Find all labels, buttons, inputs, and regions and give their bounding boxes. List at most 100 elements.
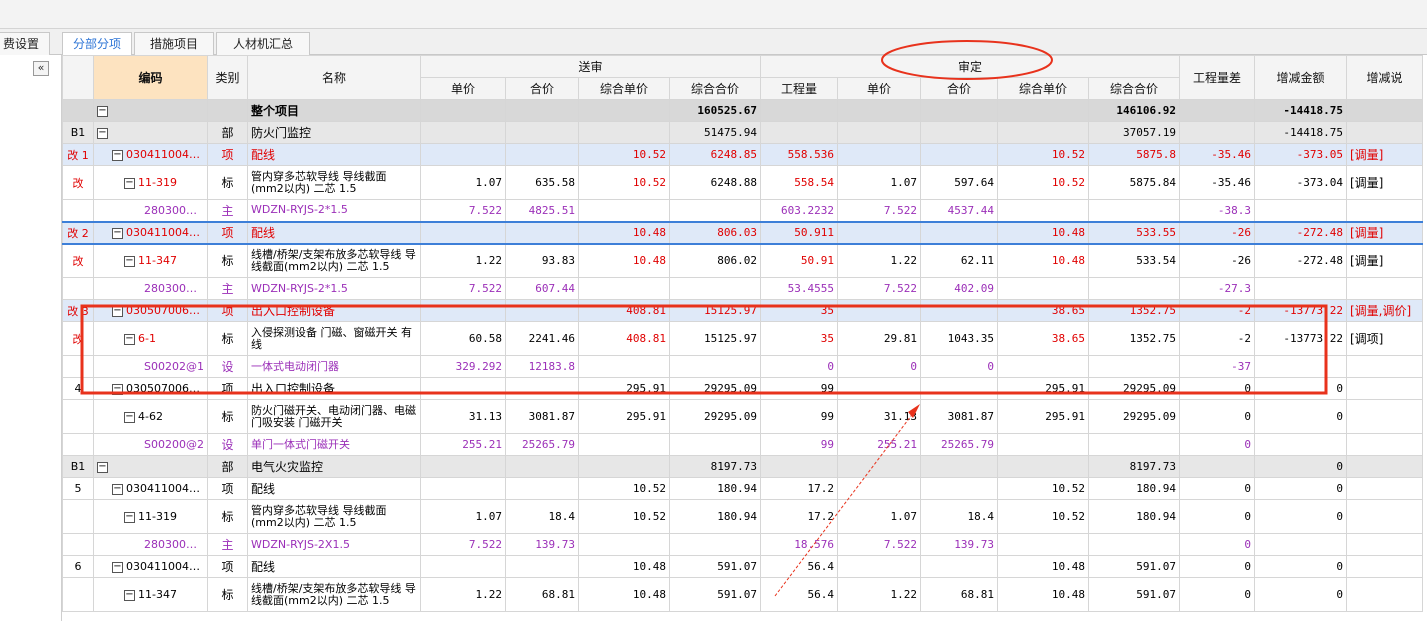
- value-cell[interactable]: 25265.79: [505, 433, 579, 456]
- value-cell[interactable]: 10.48: [578, 243, 670, 278]
- value-cell[interactable]: 0: [1254, 455, 1347, 478]
- value-cell[interactable]: [1346, 499, 1423, 534]
- value-cell[interactable]: 10.48: [578, 577, 670, 612]
- value-cell[interactable]: [1346, 277, 1423, 300]
- code-cell[interactable]: −030411004…: [93, 477, 208, 500]
- col-header-audit-total[interactable]: 合价: [920, 77, 998, 100]
- value-cell[interactable]: 31.13: [837, 399, 921, 434]
- value-cell[interactable]: 146106.92: [1088, 99, 1180, 122]
- value-cell[interactable]: [1346, 533, 1423, 556]
- value-cell[interactable]: [505, 220, 579, 245]
- value-cell[interactable]: [997, 277, 1089, 300]
- value-cell[interactable]: 10.52: [997, 165, 1089, 200]
- value-cell[interactable]: 295.91: [578, 377, 670, 400]
- value-cell[interactable]: [920, 555, 998, 578]
- value-cell[interactable]: -35.46: [1179, 165, 1255, 200]
- value-cell[interactable]: [997, 455, 1089, 478]
- col-header-name[interactable]: 名称: [247, 55, 421, 100]
- value-cell[interactable]: [578, 433, 670, 456]
- value-cell[interactable]: 12183.8: [505, 355, 579, 378]
- value-cell[interactable]: 50.91: [760, 243, 838, 278]
- value-cell[interactable]: 18.4: [920, 499, 998, 534]
- name-cell[interactable]: 整个项目: [247, 99, 421, 122]
- category-cell[interactable]: 项: [207, 477, 248, 500]
- name-cell[interactable]: WDZN-RYJS-2*1.5: [247, 199, 421, 222]
- col-header-audit-unit[interactable]: 单价: [837, 77, 921, 100]
- code-cell[interactable]: −11-347: [93, 243, 208, 278]
- name-cell[interactable]: WDZN-RYJS-2*1.5: [247, 277, 421, 300]
- value-cell[interactable]: 7.522: [420, 533, 506, 556]
- value-cell[interactable]: -373.04: [1254, 165, 1347, 200]
- row-index-cell[interactable]: B1: [62, 121, 94, 144]
- value-cell[interactable]: [997, 533, 1089, 556]
- value-cell[interactable]: 1.07: [837, 165, 921, 200]
- collapse-toggle-icon[interactable]: −: [112, 149, 123, 161]
- col-header-qty-diff[interactable]: 工程量差: [1179, 55, 1255, 100]
- value-cell[interactable]: [1346, 477, 1423, 500]
- value-cell[interactable]: [920, 220, 998, 245]
- value-cell[interactable]: 1.07: [837, 499, 921, 534]
- value-cell[interactable]: 295.91: [578, 399, 670, 434]
- tab-labor-material-summary[interactable]: 人材机汇总: [216, 32, 310, 55]
- collapse-toggle-icon[interactable]: −: [124, 411, 135, 423]
- name-cell[interactable]: 管内穿多芯软导线 导线截面(mm2以内) 二芯 1.5: [247, 499, 421, 534]
- value-cell[interactable]: [1346, 199, 1423, 222]
- table-row[interactable]: 280300… 主 WDZN-RYJS-2*1.5 7.522 607.44 53.455…: [62, 277, 1423, 300]
- value-cell[interactable]: 591.07: [669, 555, 761, 578]
- value-cell[interactable]: [1346, 455, 1423, 478]
- value-cell[interactable]: 15125.97: [669, 321, 761, 356]
- value-cell[interactable]: -38.3: [1179, 199, 1255, 222]
- name-cell[interactable]: 线槽/桥架/支架布放多芯软导线 导线截面(mm2以内) 二芯 1.5: [247, 577, 421, 612]
- value-cell[interactable]: [837, 99, 921, 122]
- value-cell[interactable]: [505, 121, 579, 144]
- name-cell[interactable]: 一体式电动闭门器: [247, 355, 421, 378]
- value-cell[interactable]: 0: [1179, 533, 1255, 556]
- value-cell[interactable]: -373.05: [1254, 143, 1347, 166]
- value-cell[interactable]: 10.52: [997, 143, 1089, 166]
- value-cell[interactable]: [1254, 355, 1347, 378]
- col-header-remark[interactable]: 增减说: [1346, 55, 1423, 100]
- table-row[interactable]: B1− 部电气火灾监控 8197.73 8197.73 0: [62, 455, 1423, 478]
- value-cell[interactable]: [420, 99, 506, 122]
- value-cell[interactable]: [1088, 433, 1180, 456]
- value-cell[interactable]: [578, 533, 670, 556]
- value-cell[interactable]: 35: [760, 321, 838, 356]
- collapse-toggle-icon[interactable]: −: [112, 483, 123, 495]
- table-row[interactable]: 6−030411004… 项配线 10.48 591.07 56.4 10.48 591.0…: [62, 555, 1423, 578]
- collapse-toggle-icon[interactable]: −: [97, 127, 108, 139]
- category-cell[interactable]: 主: [207, 277, 248, 300]
- code-cell[interactable]: 280300…: [93, 533, 208, 556]
- value-cell[interactable]: [920, 299, 998, 322]
- code-cell[interactable]: −11-319: [93, 499, 208, 534]
- value-cell[interactable]: 597.64: [920, 165, 998, 200]
- value-cell[interactable]: [505, 299, 579, 322]
- row-index-cell[interactable]: [62, 399, 94, 434]
- category-cell[interactable]: 标: [207, 399, 248, 434]
- value-cell[interactable]: 408.81: [578, 299, 670, 322]
- value-cell[interactable]: [调项]: [1346, 321, 1423, 356]
- value-cell[interactable]: 591.07: [669, 577, 761, 612]
- col-header-send-ctotal[interactable]: 综合合价: [669, 77, 761, 100]
- table-row[interactable]: −4-62 标防火门磁开关、电动闭门器、电磁门吸安装 门磁开关 31.13 3081.…: [62, 399, 1423, 434]
- value-cell[interactable]: [调量]: [1346, 243, 1423, 278]
- value-cell[interactable]: 180.94: [669, 499, 761, 534]
- value-cell[interactable]: [1254, 533, 1347, 556]
- value-cell[interactable]: [1254, 199, 1347, 222]
- row-index-cell[interactable]: B1: [62, 455, 94, 478]
- value-cell[interactable]: 408.81: [578, 321, 670, 356]
- value-cell[interactable]: 0: [1179, 377, 1255, 400]
- value-cell[interactable]: -2: [1179, 321, 1255, 356]
- code-cell[interactable]: −11-347: [93, 577, 208, 612]
- table-row[interactable]: 改 1−030411004… 项配线 10.52 6248.85 558.536 10.5…: [62, 143, 1423, 166]
- value-cell[interactable]: 10.48: [997, 555, 1089, 578]
- code-cell[interactable]: −6-1: [93, 321, 208, 356]
- value-cell[interactable]: 1352.75: [1088, 321, 1180, 356]
- col-header-category[interactable]: 类别: [207, 55, 248, 100]
- value-cell[interactable]: [837, 477, 921, 500]
- code-cell[interactable]: −11-319: [93, 165, 208, 200]
- value-cell[interactable]: 533.54: [1088, 243, 1180, 278]
- row-index-cell[interactable]: 改 2: [62, 220, 94, 245]
- code-cell[interactable]: 280300…: [93, 199, 208, 222]
- value-cell[interactable]: 0: [1254, 377, 1347, 400]
- table-row[interactable]: 改 2−030411004… 项配线 10.48 806.03 50.911 10.48 5…: [62, 220, 1423, 245]
